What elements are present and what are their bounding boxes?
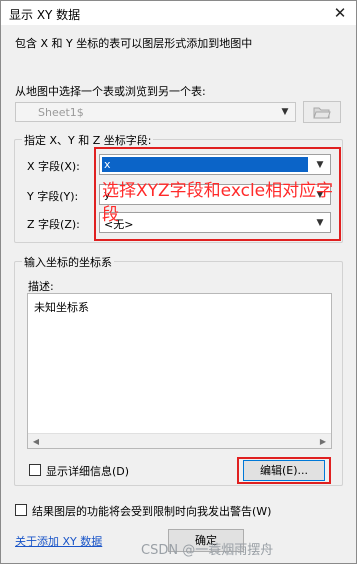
y-field-label: Y 字段(Y):	[27, 190, 79, 203]
close-icon: ✕	[333, 4, 347, 22]
display-xy-data-dialog: 显示 XY 数据 ✕ 包含 X 和 Y 坐标的表可以图层形式添加到地图中 从地图…	[0, 0, 357, 564]
horizontal-scrollbar[interactable]: ◀ ▶	[28, 433, 331, 448]
description-box[interactable]: 未知坐标系 ◀ ▶	[27, 293, 332, 449]
coord-group-title: 输入坐标的坐标系	[22, 254, 114, 270]
scroll-left-icon[interactable]: ◀	[29, 434, 43, 448]
table-select-label: 从地图中选择一个表或浏览到另一个表:	[15, 85, 206, 98]
fields-group-title: 指定 X、Y 和 Z 坐标字段:	[22, 132, 154, 148]
description-label: 描述:	[28, 280, 54, 293]
window-title: 显示 XY 数据	[9, 8, 81, 22]
watermark: CSDN @一蓑烟雨摆舟	[141, 543, 274, 558]
folder-open-icon	[313, 107, 331, 119]
browse-button[interactable]	[303, 101, 341, 123]
table-select-value: Sheet1$	[38, 106, 84, 119]
close-button[interactable]: ✕	[325, 2, 355, 24]
x-field-label: X 字段(X):	[27, 160, 80, 173]
description-text: 未知坐标系	[34, 301, 89, 314]
annotation-text: 选择XYZ字段和excle相对应字段	[102, 181, 334, 225]
show-details-checkbox[interactable]	[29, 464, 41, 476]
table-select-combo[interactable]: Sheet1$ ▼	[15, 102, 296, 122]
warn-checkbox[interactable]	[15, 504, 27, 516]
intro-text: 包含 X 和 Y 坐标的表可以图层形式添加到地图中	[15, 37, 253, 50]
show-details-label: 显示详细信息(D)	[46, 465, 130, 478]
chevron-down-icon: ▼	[281, 107, 289, 117]
z-field-label: Z 字段(Z):	[27, 218, 80, 231]
about-xy-link[interactable]: 关于添加 XY 数据	[15, 533, 102, 549]
warn-label: 结果图层的功能将会受到限制时向我发出警告(W)	[32, 505, 272, 518]
scroll-right-icon[interactable]: ▶	[316, 434, 330, 448]
edit-button[interactable]: 编辑(E)...	[243, 460, 325, 481]
